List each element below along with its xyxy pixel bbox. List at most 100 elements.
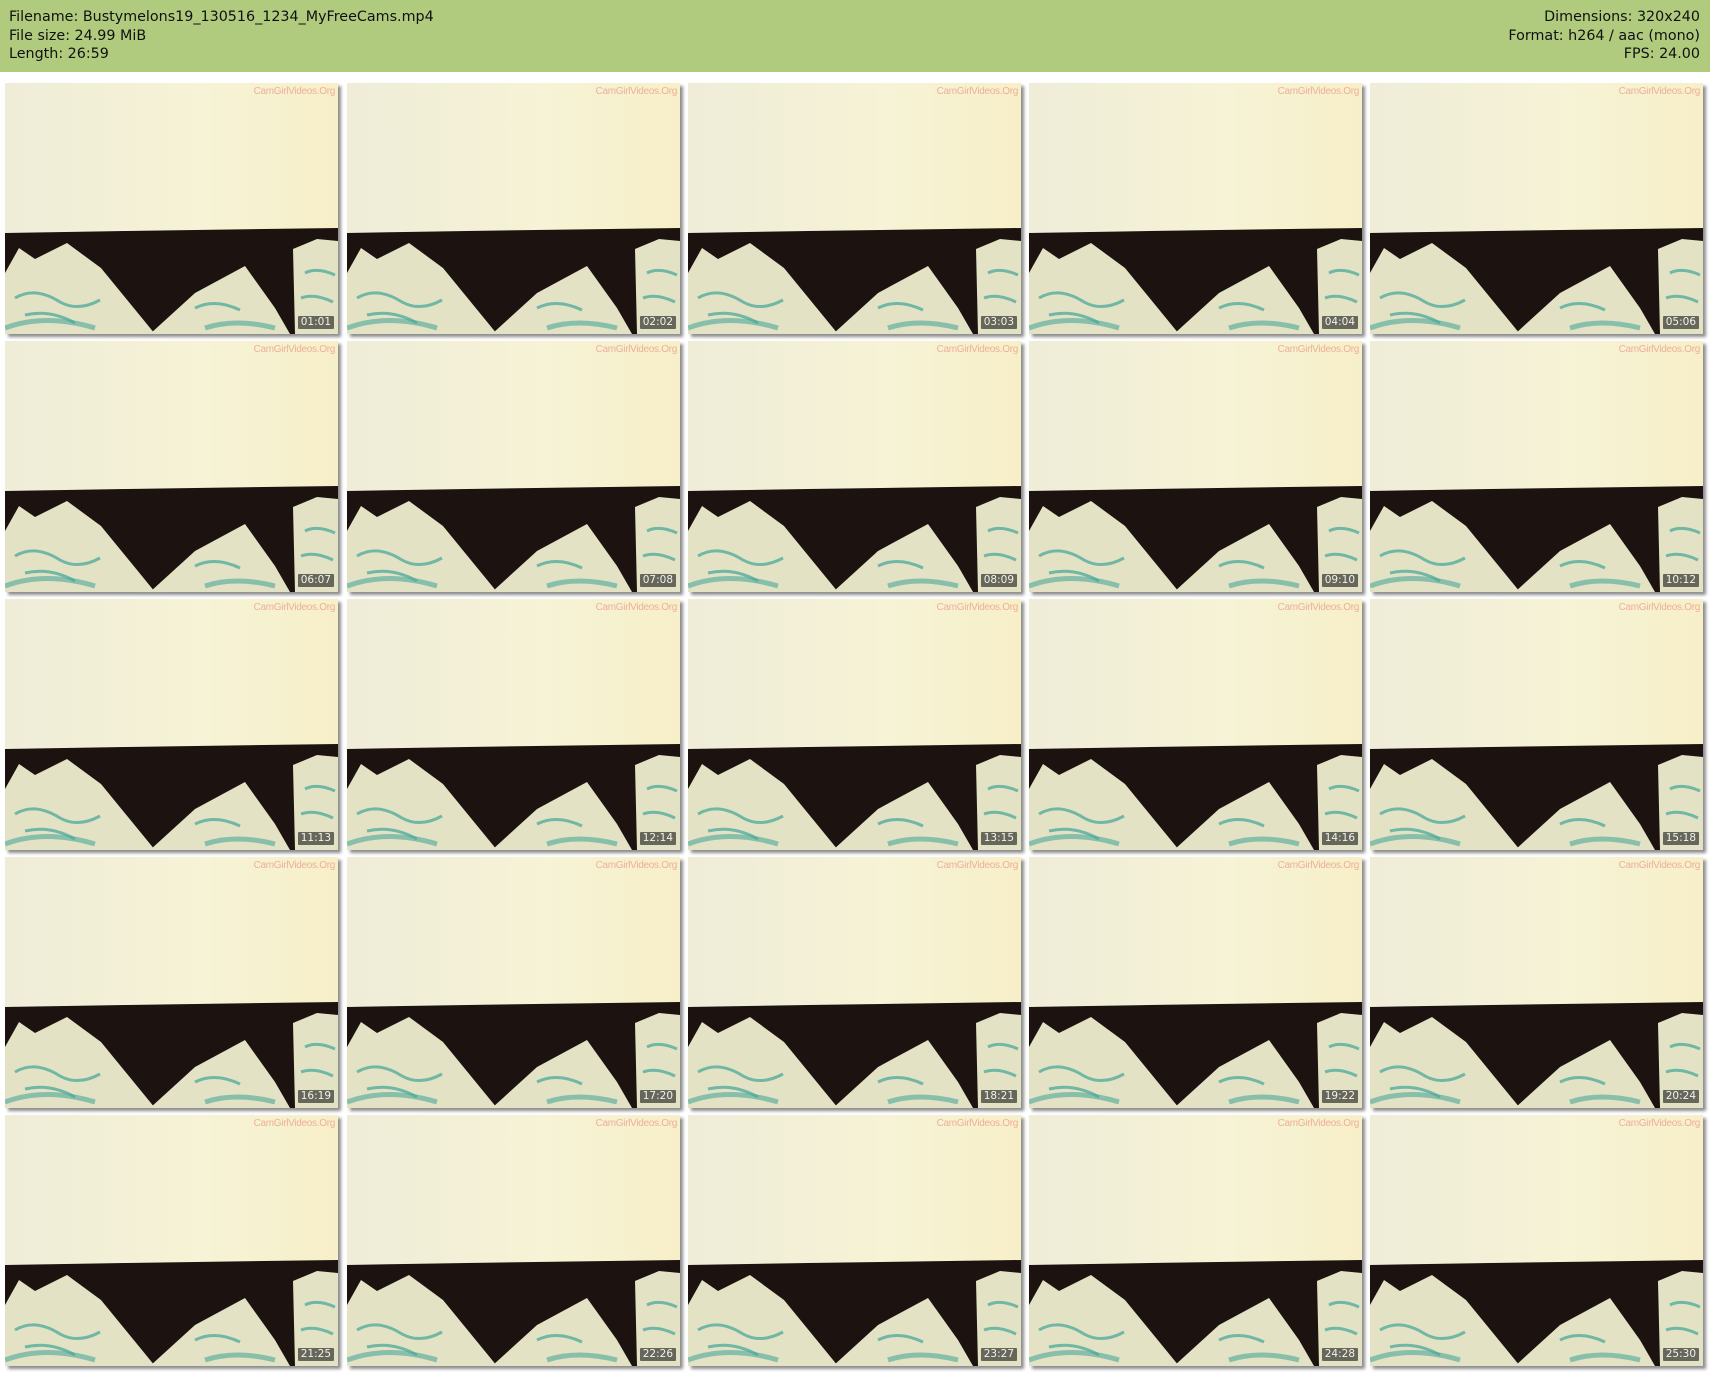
video-frame-image <box>1029 1115 1362 1366</box>
video-thumbnail: CamGirlVideos.Org 16:19 <box>5 857 338 1108</box>
video-thumbnail: CamGirlVideos.Org 17:20 <box>347 857 680 1108</box>
watermark-text: CamGirlVideos.Org <box>595 86 678 97</box>
watermark-text: CamGirlVideos.Org <box>1277 860 1360 871</box>
video-thumbnail: CamGirlVideos.Org 04:04 <box>1029 83 1362 334</box>
filesize-text: File size: 24.99 MiB <box>9 27 147 44</box>
watermark-text: CamGirlVideos.Org <box>1618 602 1701 613</box>
video-thumbnail: CamGirlVideos.Org 03:03 <box>688 83 1021 334</box>
video-thumbnail: CamGirlVideos.Org 12:14 <box>347 599 680 850</box>
timestamp-label: 23:27 <box>980 1348 1017 1361</box>
watermark-text: CamGirlVideos.Org <box>253 86 336 97</box>
video-frame-image <box>347 857 680 1108</box>
video-frame-image <box>347 83 680 334</box>
video-frame-image <box>5 1115 338 1366</box>
timestamp-label: 22:26 <box>639 1348 676 1361</box>
video-frame-image <box>688 599 1021 850</box>
video-frame-image <box>1029 857 1362 1108</box>
timestamp-label: 02:02 <box>639 316 676 329</box>
video-thumbnail: CamGirlVideos.Org 25:30 <box>1370 1115 1703 1366</box>
watermark-text: CamGirlVideos.Org <box>595 602 678 613</box>
video-thumbnail: CamGirlVideos.Org 08:09 <box>688 341 1021 592</box>
video-frame-image <box>1370 1115 1703 1366</box>
watermark-text: CamGirlVideos.Org <box>1618 860 1701 871</box>
timestamp-label: 11:13 <box>297 832 334 845</box>
video-thumbnail: CamGirlVideos.Org 11:13 <box>5 599 338 850</box>
timestamp-label: 19:22 <box>1321 1090 1358 1103</box>
dimensions-text: Dimensions: 320x240 <box>1544 9 1700 25</box>
timestamp-label: 13:15 <box>980 832 1017 845</box>
watermark-text: CamGirlVideos.Org <box>1618 344 1701 355</box>
watermark-text: CamGirlVideos.Org <box>595 1118 678 1129</box>
timestamp-label: 24:28 <box>1321 1348 1358 1361</box>
timestamp-label: 01:01 <box>297 316 334 329</box>
watermark-text: CamGirlVideos.Org <box>1277 602 1360 613</box>
length-text: Length: 26:59 <box>9 46 109 62</box>
video-thumbnail: CamGirlVideos.Org 24:28 <box>1029 1115 1362 1366</box>
watermark-text: CamGirlVideos.Org <box>253 602 336 613</box>
video-frame-image <box>1370 341 1703 592</box>
video-thumbnail: CamGirlVideos.Org 05:06 <box>1370 83 1703 334</box>
video-frame-image <box>1029 83 1362 334</box>
fps-text: FPS: 24.00 <box>1623 46 1700 62</box>
video-frame-image <box>347 599 680 850</box>
video-thumbnail: CamGirlVideos.Org 14:16 <box>1029 599 1362 850</box>
video-thumbnail: CamGirlVideos.Org 13:15 <box>688 599 1021 850</box>
video-frame-image <box>1370 599 1703 850</box>
timestamp-label: 15:18 <box>1662 832 1699 845</box>
watermark-text: CamGirlVideos.Org <box>1277 344 1360 355</box>
watermark-text: CamGirlVideos.Org <box>936 1118 1019 1129</box>
timestamp-label: 05:06 <box>1662 316 1699 329</box>
timestamp-label: 20:24 <box>1662 1090 1699 1103</box>
video-thumbnail: CamGirlVideos.Org 02:02 <box>347 83 680 334</box>
video-frame-image <box>1370 83 1703 334</box>
watermark-text: CamGirlVideos.Org <box>253 860 336 871</box>
video-thumbnail: CamGirlVideos.Org 20:24 <box>1370 857 1703 1108</box>
video-thumbnail: CamGirlVideos.Org 23:27 <box>688 1115 1021 1366</box>
timestamp-label: 03:03 <box>980 316 1017 329</box>
video-thumbnail: CamGirlVideos.Org 18:21 <box>688 857 1021 1108</box>
watermark-text: CamGirlVideos.Org <box>1277 86 1360 97</box>
format-text: Format: h264 / aac (mono) <box>1508 27 1700 44</box>
video-thumbnail: CamGirlVideos.Org 01:01 <box>5 83 338 334</box>
video-frame-image <box>347 341 680 592</box>
video-thumbnail: CamGirlVideos.Org 07:08 <box>347 341 680 592</box>
timestamp-label: 08:09 <box>980 574 1017 587</box>
video-thumbnail: CamGirlVideos.Org 21:25 <box>5 1115 338 1366</box>
file-info-header: Filename: Bustymelons19_130516_1234_MyFr… <box>0 0 1710 72</box>
video-frame-image <box>5 599 338 850</box>
video-frame-image <box>1029 599 1362 850</box>
timestamp-label: 16:19 <box>297 1090 334 1103</box>
filename-text: Filename: Bustymelons19_130516_1234_MyFr… <box>9 9 434 25</box>
file-info-left: Filename: Bustymelons19_130516_1234_MyFr… <box>9 8 434 64</box>
video-thumbnail: CamGirlVideos.Org 10:12 <box>1370 341 1703 592</box>
watermark-text: CamGirlVideos.Org <box>1277 1118 1360 1129</box>
file-info-right: Dimensions: 320x240 Format: h264 / aac (… <box>1508 8 1700 64</box>
watermark-text: CamGirlVideos.Org <box>936 860 1019 871</box>
timestamp-label: 21:25 <box>297 1348 334 1361</box>
video-thumbnail: CamGirlVideos.Org 19:22 <box>1029 857 1362 1108</box>
watermark-text: CamGirlVideos.Org <box>253 344 336 355</box>
watermark-text: CamGirlVideos.Org <box>936 602 1019 613</box>
video-frame-image <box>5 857 338 1108</box>
watermark-text: CamGirlVideos.Org <box>253 1118 336 1129</box>
video-frame-image <box>5 341 338 592</box>
video-thumbnail: CamGirlVideos.Org 09:10 <box>1029 341 1362 592</box>
timestamp-label: 07:08 <box>639 574 676 587</box>
timestamp-label: 04:04 <box>1321 316 1358 329</box>
timestamp-label: 25:30 <box>1662 1348 1699 1361</box>
timestamp-label: 10:12 <box>1662 574 1699 587</box>
watermark-text: CamGirlVideos.Org <box>595 860 678 871</box>
watermark-text: CamGirlVideos.Org <box>936 344 1019 355</box>
video-frame-image <box>347 1115 680 1366</box>
video-thumbnail: CamGirlVideos.Org 15:18 <box>1370 599 1703 850</box>
thumbnail-grid: CamGirlVideos.Org 01:01 CamGirlVideos.Org… <box>0 0 1710 1373</box>
watermark-text: CamGirlVideos.Org <box>595 344 678 355</box>
watermark-text: CamGirlVideos.Org <box>1618 1118 1701 1129</box>
video-thumbnail: CamGirlVideos.Org 22:26 <box>347 1115 680 1366</box>
video-frame-image <box>688 1115 1021 1366</box>
video-frame-image <box>1370 857 1703 1108</box>
video-frame-image <box>688 83 1021 334</box>
timestamp-label: 14:16 <box>1321 832 1358 845</box>
timestamp-label: 09:10 <box>1321 574 1358 587</box>
timestamp-label: 12:14 <box>639 832 676 845</box>
